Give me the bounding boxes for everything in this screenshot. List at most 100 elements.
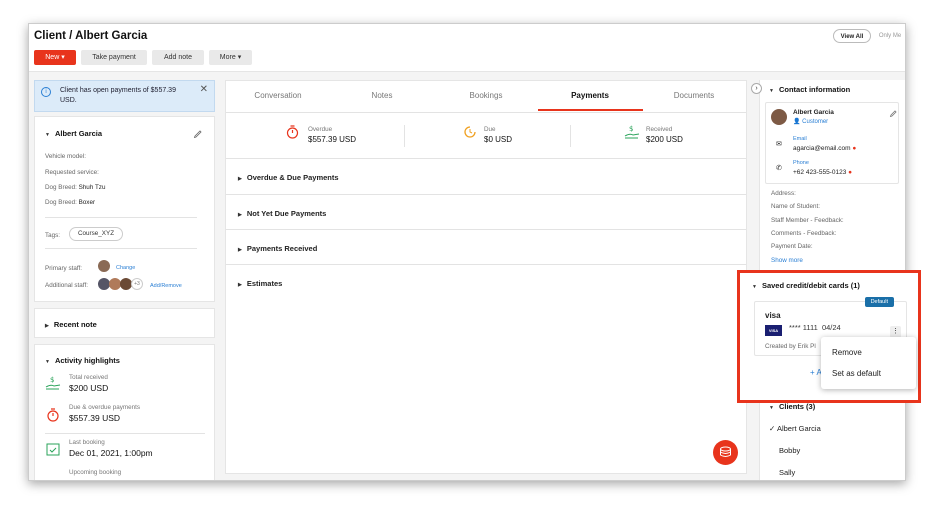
caret-right-icon: ▶ [238, 212, 242, 218]
add-note-button[interactable]: Add note [152, 50, 204, 65]
take-payment-button[interactable]: Take payment [81, 50, 147, 65]
card-expiry: 04/24 [821, 323, 841, 332]
stopwatch-icon [47, 408, 59, 422]
tab-notes[interactable]: Notes [342, 91, 422, 100]
caret-right-icon: ▶ [238, 282, 242, 288]
app-window: Client / Albert Garcia New ▾ Take paymen… [28, 23, 906, 481]
dog-breed-field: Dog Breed: Boxer [45, 199, 95, 206]
estimates-section[interactable]: ▶ Estimates [238, 279, 282, 288]
floating-action-button[interactable] [713, 440, 738, 465]
recent-note-toggle[interactable]: ▶ Recent note [45, 320, 97, 329]
contact-information-toggle[interactable]: ▼ Contact information [769, 85, 850, 94]
edit-icon[interactable] [889, 108, 898, 117]
caret-down-icon: ▼ [45, 359, 50, 365]
edit-icon[interactable] [193, 128, 203, 138]
more-staff-count[interactable]: +3 [131, 278, 143, 290]
divider [226, 112, 746, 113]
change-staff-link[interactable]: Change [116, 265, 135, 271]
last-booking-label: Last booking [69, 439, 105, 446]
overdue-value: $557.39 USD [308, 135, 357, 144]
additional-staff-label: Additional staff: [45, 282, 88, 289]
hand-money-icon: $ [45, 376, 61, 390]
main-content: Conversation Notes Bookings Payments Doc… [225, 80, 747, 474]
new-button[interactable]: New ▾ [34, 50, 76, 65]
saved-cards-toggle[interactable]: ▼ Saved credit/debit cards (1) [752, 281, 860, 290]
due-label: Due [484, 126, 496, 133]
overdue-due-payments-section[interactable]: ▶ Overdue & Due Payments [238, 173, 339, 182]
divider [226, 158, 746, 159]
client-list-item[interactable]: Sally [779, 468, 795, 477]
divider [45, 248, 197, 249]
payment-date-label: Payment Date: [771, 243, 813, 250]
collapse-sidebar-icon[interactable]: › [751, 83, 762, 94]
card-number: **** 1111 04/24 [789, 323, 841, 332]
not-yet-due-payments-section[interactable]: ▶ Not Yet Due Payments [238, 209, 326, 218]
contact-card: Albert Garcia 👤 Customer ✉ Email agarcia… [765, 102, 899, 184]
client-name-toggle[interactable]: ▼ Albert Garcia [45, 129, 102, 138]
divider [45, 433, 205, 434]
tab-bookings[interactable]: Bookings [446, 91, 526, 100]
caret-down-icon: ▼ [45, 132, 50, 138]
section-label: Overdue & Due Payments [246, 173, 339, 182]
calendar-check-icon [46, 443, 60, 456]
section-label: Not Yet Due Payments [246, 209, 327, 218]
divider [226, 229, 746, 230]
set-default-menu-item[interactable]: Set as default [832, 369, 881, 378]
dog-breed-label: Dog Breed: [45, 199, 77, 206]
only-me-toggle[interactable]: Only Me [875, 29, 905, 43]
hand-money-icon: $ [624, 125, 640, 139]
client-name: Albert Garcia [54, 129, 103, 138]
more-button-label: More [219, 54, 236, 61]
phone-text: +62 423-555-0123 [793, 169, 847, 176]
total-received-label: Total received [69, 374, 108, 381]
open-payments-alert: i Client has open payments of $557.39 US… [34, 80, 215, 112]
vehicle-model-label: Vehicle model: [45, 153, 86, 160]
close-icon[interactable]: ✕ [200, 85, 208, 95]
clients-heading: Clients (3) [778, 402, 816, 411]
alert-text: Client has open payments of $557.39 USD. [60, 87, 176, 104]
divider [226, 194, 746, 195]
remove-menu-item[interactable]: Remove [832, 348, 862, 357]
chevron-down-icon: ▾ [237, 54, 242, 61]
last-booking-value: Dec 01, 2021, 1:00pm [69, 448, 153, 458]
client-list-item[interactable]: ✓ Albert Garcia [769, 424, 821, 433]
svg-text:$: $ [629, 125, 633, 133]
dog-breed-field: Dog Breed: Shuh Tzu [45, 184, 105, 191]
view-all-toggle[interactable]: View All [833, 29, 871, 43]
more-button[interactable]: More ▾ [209, 50, 252, 65]
section-label: Payments Received [246, 244, 318, 253]
received-label: Received [646, 126, 673, 133]
contact-heading: Contact information [778, 85, 851, 94]
student-name-label: Name of Student: [771, 203, 821, 210]
tag-chip[interactable]: Course_XYZ [69, 227, 124, 241]
show-more-link[interactable]: Show more [771, 257, 803, 264]
tab-payments[interactable]: Payments [550, 91, 630, 100]
total-received-value: $200 USD [69, 383, 109, 393]
coins-icon [720, 446, 731, 457]
client-details-panel: ▼ Albert Garcia Vehicle model: Requested … [34, 116, 215, 302]
payments-received-section[interactable]: ▶ Payments Received [238, 244, 317, 253]
due-value: $0 USD [484, 135, 513, 144]
tags-label: Tags: [45, 232, 61, 239]
svg-text:$: $ [50, 376, 54, 384]
caret-down-icon: ▼ [769, 405, 774, 411]
email-label: Email [793, 136, 807, 142]
clients-toggle[interactable]: ▼ Clients (3) [769, 402, 815, 411]
email-value[interactable]: agarcia@email.com ● [793, 145, 856, 152]
divider [45, 217, 197, 218]
active-tab-indicator [538, 109, 643, 111]
add-remove-staff-link[interactable]: Add/Remove [150, 283, 182, 289]
tab-documents[interactable]: Documents [654, 91, 734, 100]
recent-note-panel[interactable]: ▶ Recent note [34, 308, 215, 338]
client-list-item[interactable]: Bobby [779, 446, 800, 455]
caret-down-icon: ▼ [752, 284, 757, 290]
staff-feedback-label: Staff Member - Feedback: [771, 217, 844, 224]
avatar [98, 260, 110, 272]
due-overdue-label: Due & overdue payments [69, 404, 141, 411]
stopwatch-icon [286, 125, 299, 139]
phone-value[interactable]: +62 423-555-0123 ● [793, 169, 852, 176]
caret-down-icon: ▼ [769, 88, 774, 94]
activity-highlights-toggle[interactable]: ▼ Activity highlights [45, 356, 120, 365]
phone-icon: ✆ [776, 165, 782, 172]
tab-conversation[interactable]: Conversation [238, 91, 318, 100]
